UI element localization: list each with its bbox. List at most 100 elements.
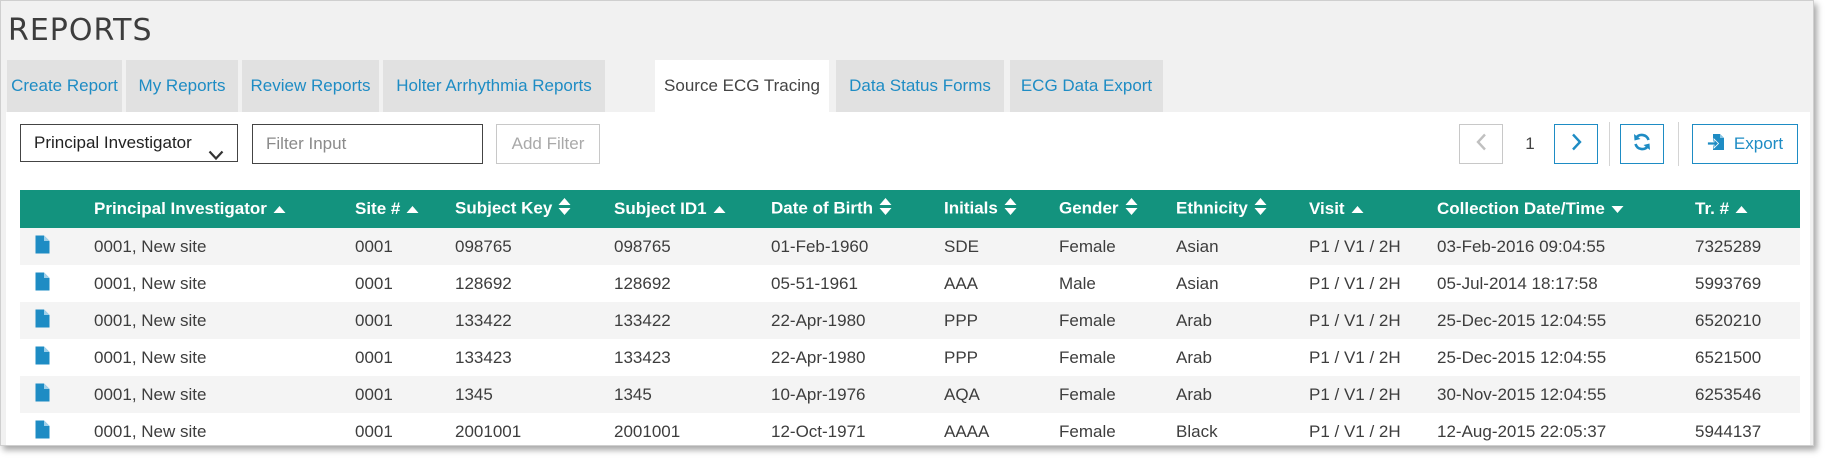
column-header-subject-id1[interactable]: Subject ID1 bbox=[614, 190, 771, 228]
table-row[interactable]: 0001, New site 0001 098765 098765 01-Feb-196… bbox=[20, 228, 1800, 265]
visit-cell: P1 / V1 / 2H bbox=[1309, 347, 1401, 367]
ethnicity-cell: Asian bbox=[1176, 273, 1219, 293]
row-icon-cell bbox=[20, 265, 94, 302]
column-header-principal-investigator[interactable]: Principal Investigator bbox=[94, 190, 355, 228]
column-header-ethnicity[interactable]: Ethnicity bbox=[1176, 190, 1309, 228]
column-header-date-of-birth[interactable]: Date of Birth bbox=[771, 190, 944, 228]
visit-cell: P1 / V1 / 2H bbox=[1309, 384, 1401, 404]
principal-investigator-cell: 0001, New site bbox=[94, 347, 207, 367]
collection-datetime-cell: 05-Jul-2014 18:17:58 bbox=[1437, 273, 1598, 293]
export-button[interactable]: Export bbox=[1692, 124, 1798, 164]
collection-datetime-cell: 03-Feb-2016 09:04:55 bbox=[1437, 236, 1606, 256]
document-icon[interactable] bbox=[35, 235, 50, 258]
site-cell: 0001 bbox=[355, 273, 393, 293]
refresh-icon bbox=[1632, 132, 1652, 157]
tab-source-ecg-tracing[interactable]: Source ECG Tracing bbox=[655, 60, 829, 113]
ethnicity-cell: Asian bbox=[1176, 236, 1219, 256]
tracing-number-cell: 6253546 bbox=[1695, 384, 1762, 404]
sort-descending-icon[interactable] bbox=[1611, 199, 1624, 219]
row-icon-cell bbox=[20, 302, 94, 339]
gender-cell: Female bbox=[1059, 421, 1116, 441]
chevron-down-icon bbox=[208, 138, 224, 174]
column-header-visit[interactable]: Visit bbox=[1309, 190, 1437, 228]
gender-cell: Female bbox=[1059, 384, 1116, 404]
column-header-gender[interactable]: Gender bbox=[1059, 190, 1176, 228]
column-header-label: Date of Birth bbox=[771, 198, 873, 218]
site-cell: 0001 bbox=[355, 347, 393, 367]
sort-ascending-icon[interactable] bbox=[713, 199, 726, 219]
table-row[interactable]: 0001, New site 0001 128692 128692 05-51-1961… bbox=[20, 265, 1800, 302]
sort-both-icon[interactable] bbox=[1254, 197, 1267, 221]
next-page-button[interactable] bbox=[1554, 124, 1598, 164]
sort-ascending-icon[interactable] bbox=[406, 199, 419, 219]
table-row[interactable]: 0001, New site 0001 2001001 2001001 12-Oct-1… bbox=[20, 413, 1800, 445]
tab-holter-arrhythmia-reports[interactable]: Holter Arrhythmia Reports bbox=[383, 60, 605, 112]
row-icon-cell bbox=[20, 376, 94, 413]
filter-field-select[interactable]: Principal Investigator bbox=[20, 124, 238, 162]
sort-ascending-icon[interactable] bbox=[273, 199, 286, 219]
initials-cell: PPP bbox=[944, 347, 979, 367]
reports-window: REPORTS Create Report My Reports Review … bbox=[0, 0, 1814, 446]
sort-both-icon[interactable] bbox=[1004, 197, 1017, 221]
document-icon[interactable] bbox=[35, 346, 50, 369]
column-header-label: Subject Key bbox=[455, 198, 553, 218]
export-label: Export bbox=[1733, 134, 1784, 153]
table-row[interactable]: 0001, New site 0001 133423 133423 22-Apr-198… bbox=[20, 339, 1800, 376]
subject-key-cell: 098765 bbox=[455, 236, 512, 256]
toolbar: Principal Investigator Add Filter 1 bbox=[6, 112, 1810, 176]
column-header-label: Site # bbox=[355, 198, 401, 218]
tab-my-reports[interactable]: My Reports bbox=[126, 60, 238, 112]
subject-id1-cell: 128692 bbox=[614, 273, 671, 293]
tab-ecg-data-export[interactable]: ECG Data Export bbox=[1010, 60, 1163, 112]
row-icon-cell bbox=[20, 339, 94, 376]
document-icon[interactable] bbox=[35, 420, 50, 443]
column-header-collection-date-time[interactable]: Collection Date/Time bbox=[1437, 190, 1695, 228]
sort-both-icon[interactable] bbox=[558, 197, 571, 221]
date-of-birth-cell: 01-Feb-1960 bbox=[771, 236, 869, 256]
subject-id1-cell: 133423 bbox=[614, 347, 671, 367]
gender-cell: Female bbox=[1059, 236, 1116, 256]
date-of-birth-cell: 10-Apr-1976 bbox=[771, 384, 866, 404]
subject-id1-cell: 2001001 bbox=[614, 421, 681, 441]
results-table: Principal Investigator Site # Subject Key S… bbox=[20, 190, 1800, 445]
column-header-site[interactable]: Site # bbox=[355, 190, 455, 228]
document-icon[interactable] bbox=[35, 383, 50, 406]
principal-investigator-cell: 0001, New site bbox=[94, 384, 207, 404]
column-header-label: Visit bbox=[1309, 198, 1345, 218]
tab-create-report[interactable]: Create Report bbox=[7, 60, 122, 112]
visit-cell: P1 / V1 / 2H bbox=[1309, 273, 1401, 293]
subject-key-cell: 128692 bbox=[455, 273, 512, 293]
subject-id1-cell: 1345 bbox=[614, 384, 652, 404]
tab-data-status-forms[interactable]: Data Status Forms bbox=[836, 60, 1004, 112]
initials-cell: AAA bbox=[944, 273, 979, 293]
export-file-icon bbox=[1707, 133, 1725, 156]
column-header-label: Subject ID1 bbox=[614, 198, 707, 218]
add-filter-button[interactable]: Add Filter bbox=[496, 124, 600, 164]
tab-review-reports[interactable]: Review Reports bbox=[242, 60, 379, 112]
sort-ascending-icon[interactable] bbox=[1351, 199, 1364, 219]
page-number: 1 bbox=[1525, 134, 1535, 153]
document-icon[interactable] bbox=[35, 309, 50, 332]
ethnicity-cell: Arab bbox=[1176, 347, 1212, 367]
column-header-initials[interactable]: Initials bbox=[944, 190, 1059, 228]
table-header-row: Principal Investigator Site # Subject Key S… bbox=[20, 190, 1800, 228]
table-row[interactable]: 0001, New site 0001 133422 133422 22-Apr-198… bbox=[20, 302, 1800, 339]
initials-cell: AAAA bbox=[944, 421, 990, 441]
principal-investigator-cell: 0001, New site bbox=[94, 310, 207, 330]
previous-page-button[interactable] bbox=[1459, 124, 1503, 164]
column-header-label: Principal Investigator bbox=[94, 198, 267, 218]
toolbar-divider bbox=[1609, 122, 1610, 166]
column-header-label: Collection Date/Time bbox=[1437, 198, 1605, 218]
refresh-button[interactable] bbox=[1620, 124, 1664, 164]
filter-input[interactable] bbox=[252, 124, 483, 164]
column-header-tr[interactable]: Tr. # bbox=[1695, 190, 1800, 228]
column-header-subject-key[interactable]: Subject Key bbox=[455, 190, 614, 228]
table-row[interactable]: 0001, New site 0001 1345 1345 10-Apr-1976 AQA… bbox=[20, 376, 1800, 413]
report-panel: Principal Investigator Add Filter 1 bbox=[6, 112, 1810, 445]
document-icon[interactable] bbox=[35, 272, 50, 295]
sort-both-icon[interactable] bbox=[1125, 197, 1138, 221]
sort-ascending-icon[interactable] bbox=[1735, 199, 1748, 219]
tracing-number-cell: 6520210 bbox=[1695, 310, 1762, 330]
chevron-left-icon bbox=[1475, 133, 1487, 156]
sort-both-icon[interactable] bbox=[879, 197, 892, 221]
